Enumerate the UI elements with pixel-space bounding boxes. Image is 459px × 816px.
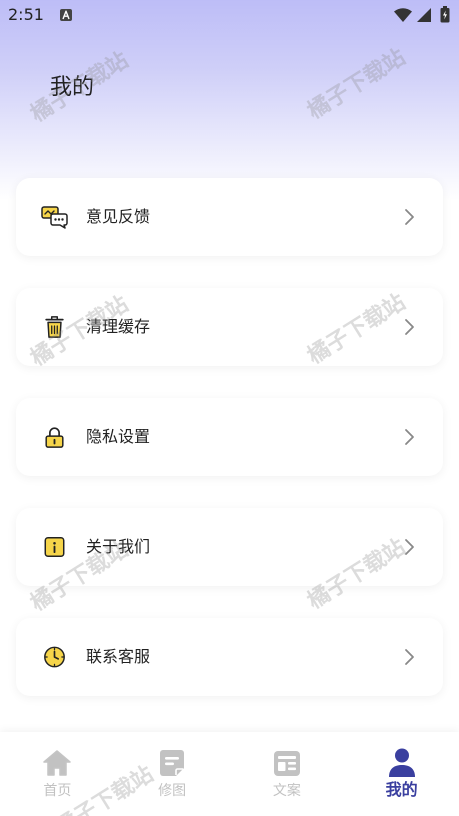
- tab-label: 修图: [158, 783, 187, 799]
- chevron-right-icon: [404, 538, 415, 556]
- settings-menu: 意见反馈 清理缓存 隐私设置 关于我们 联系客服: [16, 178, 443, 696]
- feedback-icon: [41, 205, 68, 229]
- person-icon: [386, 747, 418, 779]
- status-bar: 2:51: [0, 0, 459, 30]
- menu-item-label: 清理缓存: [86, 317, 151, 336]
- signal-icon: [417, 8, 431, 22]
- tab-copywriting[interactable]: 文案: [230, 732, 345, 816]
- lock-icon: [41, 425, 68, 449]
- document-icon: [156, 747, 188, 779]
- text-a-icon: [60, 9, 72, 21]
- tab-label: 文案: [272, 783, 301, 799]
- tab-label: 首页: [43, 783, 72, 799]
- menu-item-label: 隐私设置: [86, 427, 151, 446]
- tab-home[interactable]: 首页: [0, 732, 115, 816]
- battery-charging-icon: [440, 6, 450, 23]
- tab-edit-image[interactable]: 修图: [115, 732, 230, 816]
- status-time: 2:51: [8, 5, 44, 24]
- menu-item-label: 联系客服: [86, 647, 151, 666]
- bottom-nav: 首页 修图 文案 我的: [0, 732, 459, 816]
- menu-item-contact[interactable]: 联系客服: [16, 618, 443, 696]
- menu-item-privacy[interactable]: 隐私设置: [16, 398, 443, 476]
- menu-item-feedback[interactable]: 意见反馈: [16, 178, 443, 256]
- page-title: 我的: [50, 75, 95, 100]
- tab-label: 我的: [385, 780, 418, 799]
- info-icon: [41, 535, 68, 559]
- profile-screen: 2:51 我的 意见反馈 清理缓存 隐私设置 关于我们 联系客服 首页 修图 文…: [0, 0, 459, 816]
- menu-item-label: 意见反馈: [86, 207, 151, 226]
- tab-mine[interactable]: 我的: [344, 732, 459, 816]
- chevron-right-icon: [404, 648, 415, 666]
- article-icon: [271, 747, 303, 779]
- chevron-right-icon: [404, 318, 415, 336]
- menu-item-about[interactable]: 关于我们: [16, 508, 443, 586]
- chevron-right-icon: [404, 428, 415, 446]
- chevron-right-icon: [404, 208, 415, 226]
- wifi-icon: [394, 8, 412, 22]
- clock-icon: [41, 645, 68, 669]
- home-icon: [41, 747, 73, 779]
- trash-icon: [41, 315, 68, 339]
- menu-item-label: 关于我们: [86, 537, 151, 556]
- menu-item-clear-cache[interactable]: 清理缓存: [16, 288, 443, 366]
